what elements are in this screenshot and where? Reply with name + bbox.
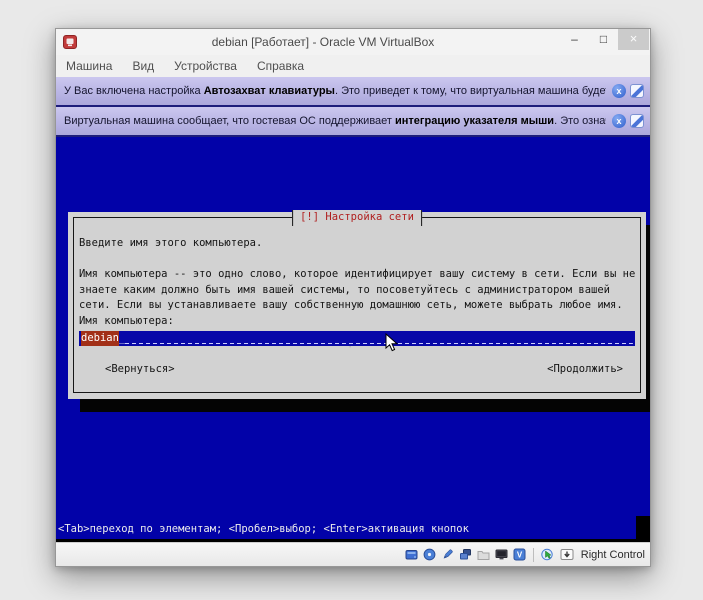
shared-folders-icon[interactable] xyxy=(477,548,490,561)
vm-framebuffer-edge xyxy=(56,539,650,542)
input-fill xyxy=(125,331,633,346)
continue-button[interactable]: <Продолжить> xyxy=(547,362,623,378)
usb-icon[interactable] xyxy=(441,548,454,561)
optical-disc-icon[interactable] xyxy=(423,548,436,561)
hostname-input-value: debian xyxy=(81,331,119,347)
notification-text: У Вас включена настройка Автозахват клав… xyxy=(64,85,606,97)
hostkey-label: Right Control xyxy=(581,549,645,561)
display-icon[interactable] xyxy=(495,548,508,561)
network-setup-dialog: [!] Настройка сети comptike.ru Введите и… xyxy=(68,212,646,399)
menu-devices[interactable]: Устройства xyxy=(174,59,237,73)
close-icon[interactable]: x xyxy=(612,84,626,98)
window-title: debian [Работает] - Oracle VM VirtualBox xyxy=(96,29,550,55)
hostname-input[interactable]: debian_ xyxy=(79,331,635,346)
hostname-field-label: Имя компьютера: xyxy=(79,314,635,330)
title-bar[interactable]: debian [Работает] - Oracle VM VirtualBox… xyxy=(56,29,650,55)
close-button[interactable]: × xyxy=(618,29,649,50)
dialog-body-line: Имя компьютера -- это одно слово, которо… xyxy=(79,267,635,283)
dialog-content: Введите имя этого компьютера. Имя компью… xyxy=(68,212,646,378)
notification-text: Виртуальная машина сообщает, что гостева… xyxy=(64,115,606,127)
close-icon[interactable]: x xyxy=(612,114,626,128)
minimize-button[interactable]: – xyxy=(560,29,589,50)
features-icon[interactable]: V xyxy=(513,548,526,561)
network-icon[interactable] xyxy=(459,548,472,561)
virtualbox-window: debian [Работает] - Oracle VM VirtualBox… xyxy=(55,28,651,567)
dont-show-again-icon[interactable] xyxy=(630,114,644,128)
go-back-button[interactable]: <Вернуться> xyxy=(105,362,175,378)
svg-text:V: V xyxy=(517,551,523,560)
menu-machine[interactable]: Машина xyxy=(66,59,112,73)
dialog-body-line: знаете каким должно быть имя вашей систе… xyxy=(79,283,635,299)
maximize-button[interactable]: □ xyxy=(589,29,618,50)
status-bar: V Right Control xyxy=(56,542,650,566)
mouse-integration-icon[interactable] xyxy=(541,548,555,561)
installer-help-line: <Tab>переход по элементам; <Пробел>выбор… xyxy=(58,522,469,538)
notification-mouse-integration: Виртуальная машина сообщает, что гостева… xyxy=(56,107,650,137)
statusbar-separator xyxy=(533,548,534,562)
keyboard-capture-icon[interactable] xyxy=(560,548,574,561)
virtualbox-vm-icon xyxy=(63,35,77,49)
dont-show-again-icon[interactable] xyxy=(630,84,644,98)
dialog-intro: Введите имя этого компьютера. xyxy=(79,236,635,252)
menu-help[interactable]: Справка xyxy=(257,59,304,73)
dialog-body-line: сети. Если вы устанавливаете вашу собств… xyxy=(79,298,635,314)
mouse-pointer-icon xyxy=(385,333,399,352)
vm-screen[interactable]: [!] Настройка сети comptike.ru Введите и… xyxy=(56,137,650,542)
menu-bar: Машина Вид Устройства Справка xyxy=(56,55,650,77)
menu-view[interactable]: Вид xyxy=(132,59,154,73)
notification-keyboard-capture: У Вас включена настройка Автозахват клав… xyxy=(56,77,650,107)
vm-framebuffer-corner xyxy=(636,516,650,542)
hdd-icon[interactable] xyxy=(405,548,418,561)
